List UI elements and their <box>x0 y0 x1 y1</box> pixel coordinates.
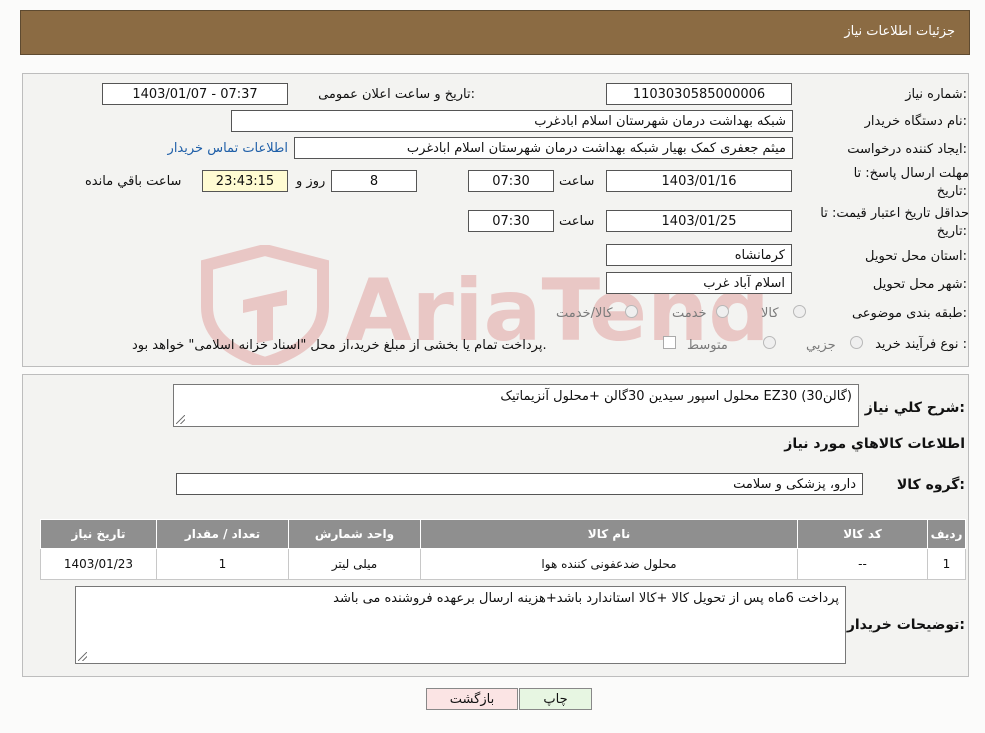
purchase-radio-medium[interactable] <box>763 336 776 349</box>
buyer-notes-text: پرداخت 6ماه پس از تحویل کالا +کالا استان… <box>333 591 839 606</box>
items-table: رديف کد کالا نام کالا واحد شمارش تعداد /… <box>40 519 966 580</box>
buyer-notes-label: توضيحات خريدار: <box>846 617 965 633</box>
purchase-type-label: نوع فرآیند خرید : <box>875 337 967 352</box>
creator-label: ایجاد کننده درخواست: <box>847 142 967 157</box>
category-option-goods: کالا <box>761 306 779 321</box>
deadline-label-line2: تاریخ: <box>936 184 967 199</box>
creator-field: میثم جعفری کمک بهیار شبکه بهداشت درمان ش… <box>294 137 793 159</box>
buyer-contact-link[interactable]: اطلاعات تماس خریدار <box>168 141 288 156</box>
need-number-field: 1103030585000006 <box>606 83 792 105</box>
page-title: جزئیات اطلاعات نیاز <box>844 24 955 39</box>
goods-group-label: گروه کالا: <box>896 477 965 493</box>
cell-need-date: 1403/01/23 <box>40 548 157 580</box>
category-option-service: خدمت <box>672 306 707 321</box>
treasury-checkbox[interactable] <box>663 336 676 349</box>
page-header: جزئیات اطلاعات نیاز <box>20 10 970 55</box>
buyer-org-field: شبکه بهداشت درمان شهرستان اسلام ابادغرب <box>231 110 793 132</box>
summary-text: محلول اسپور سیدین 30گالن +محلول آنزیماتی… <box>500 389 852 404</box>
category-label: طبقه بندی موضوعی: <box>851 306 967 321</box>
col-name: نام کالا <box>420 519 798 549</box>
purchase-option-minor: جزیي <box>806 338 836 353</box>
summary-textarea[interactable]: محلول اسپور سیدین 30گالن +محلول آنزیماتی… <box>173 384 859 427</box>
province-label: استان محل تحویل: <box>865 249 967 264</box>
city-field: اسلام آباد غرب <box>606 272 792 294</box>
deadline-time-field: 07:30 <box>468 170 554 192</box>
goods-info-title: اطلاعات کالاهاي مورد نياز <box>784 436 965 452</box>
table-header-row: رديف کد کالا نام کالا واحد شمارش تعداد /… <box>40 519 966 549</box>
deadline-label-line1: مهلت ارسال پاسخ: تا <box>853 166 969 181</box>
deadline-time-label: ساعت <box>559 174 595 189</box>
category-radio-goods-service[interactable] <box>625 305 638 318</box>
validity-date-field: 1403/01/25 <box>606 210 792 232</box>
buyer-org-label: نام دستگاه خریدار: <box>864 114 967 129</box>
goods-group-field: دارو، پزشکی و سلامت <box>176 473 863 495</box>
resize-grip-icon[interactable] <box>176 415 185 424</box>
validity-label-line2: تاریخ: <box>936 224 967 239</box>
cell-unit: میلی لیتر <box>288 548 421 580</box>
col-quantity: تعداد / مقدار <box>156 519 289 549</box>
col-code: کد کالا <box>797 519 928 549</box>
col-need-date: تاریخ نیاز <box>40 519 157 549</box>
category-radio-goods[interactable] <box>793 305 806 318</box>
province-field: کرمانشاه <box>606 244 792 266</box>
city-label: شهر محل تحویل: <box>872 277 967 292</box>
days-remaining-field: 8 <box>331 170 417 192</box>
purchase-option-medium: متوسط <box>687 338 728 353</box>
announce-datetime-label: تاریخ و ساعت اعلان عمومی: <box>318 87 475 102</box>
validity-time-field: 07:30 <box>468 210 554 232</box>
buyer-notes-textarea[interactable]: پرداخت 6ماه پس از تحویل کالا +کالا استان… <box>75 586 846 664</box>
announce-datetime-field: 1403/01/07 - 07:37 <box>102 83 288 105</box>
cell-code: -- <box>797 548 928 580</box>
cell-row: 1 <box>927 548 966 580</box>
validity-label-line1: حداقل تاریخ اعتبار قیمت: تا <box>820 206 969 221</box>
remaining-time-field: 23:43:15 <box>202 170 288 192</box>
cell-quantity: 1 <box>156 548 289 580</box>
back-button[interactable]: بازگشت <box>426 688 518 710</box>
col-row: رديف <box>927 519 966 549</box>
days-label: روز و <box>296 174 326 189</box>
need-number-label: شماره نیاز: <box>905 87 967 102</box>
summary-label: شرح کلي نياز: <box>864 400 965 416</box>
print-button[interactable]: چاپ <box>519 688 592 710</box>
table-row: 1 -- محلول ضدعفونی کننده هوا میلی لیتر 1… <box>40 548 966 580</box>
resize-grip-icon[interactable] <box>78 652 87 661</box>
validity-time-label: ساعت <box>559 214 595 229</box>
remaining-time-label: ساعت باقي مانده <box>85 174 182 189</box>
purchase-note: پرداخت تمام یا بخشی از مبلغ خرید،از محل … <box>132 338 547 353</box>
purchase-radio-minor[interactable] <box>850 336 863 349</box>
category-radio-service[interactable] <box>716 305 729 318</box>
col-unit: واحد شمارش <box>288 519 421 549</box>
cell-name: محلول ضدعفونی کننده هوا <box>420 548 798 580</box>
deadline-date-field: 1403/01/16 <box>606 170 792 192</box>
category-option-goods-service: کالا/خدمت <box>556 306 613 321</box>
